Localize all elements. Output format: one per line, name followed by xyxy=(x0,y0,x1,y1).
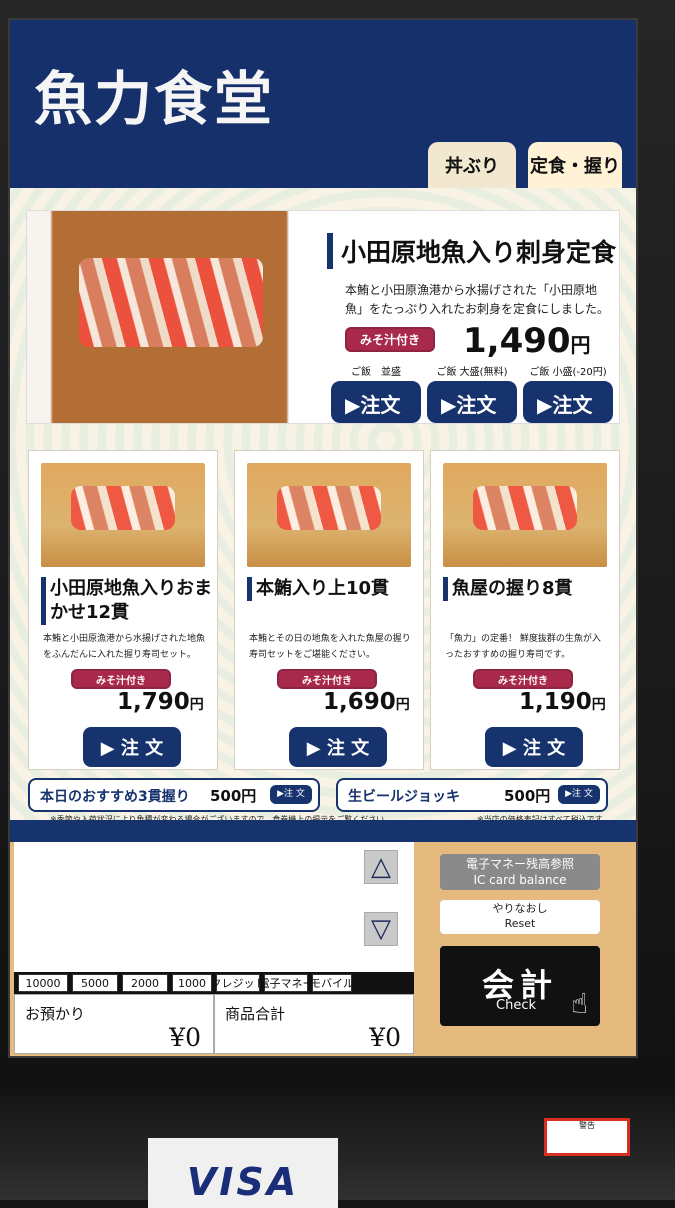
yen-label: 円 xyxy=(570,333,591,357)
reset-en-label: Reset xyxy=(504,917,536,930)
ic-card-balance-button[interactable]: 電子マネー残高参照 IC card balance xyxy=(440,854,600,890)
price-number: 1,190 xyxy=(519,689,592,715)
miso-badge: みそ汁付き xyxy=(473,669,573,689)
cash-5000-button[interactable]: 5000 xyxy=(72,974,118,992)
scroll-up-button[interactable]: △ xyxy=(364,850,398,884)
card-price: 1,190円 xyxy=(519,689,606,715)
mini-order-button[interactable]: ▶注 文 xyxy=(558,785,600,804)
deposit-box: お預かり ¥0 xyxy=(14,994,214,1054)
cash-2000-button[interactable]: 2000 xyxy=(122,974,168,992)
strip-price: 500円 xyxy=(504,787,551,805)
scroll-down-button[interactable]: ▽ xyxy=(364,912,398,946)
order-regular-rice-button[interactable]: ご飯 並盛 ▶注文 xyxy=(331,363,421,423)
sushi-card-12: 小田原地魚入りおまかせ12貫 本鮪と小田原漁港から水揚げされた地魚をふんだんに入… xyxy=(28,450,218,770)
subtotal-label: 商品合計 xyxy=(225,1005,286,1023)
card-title: 小田原地魚入りおまかせ12貫 xyxy=(41,577,219,625)
restaurant-header: 魚力食堂 丼ぶり 定食・握り xyxy=(10,20,636,188)
subtotal-value: ¥0 xyxy=(369,1023,401,1052)
order-button-label: ▶注文 xyxy=(441,393,497,417)
rice-large-label: ご飯 大盛(無料) xyxy=(427,363,517,378)
yen-label: 円 xyxy=(395,697,410,713)
order-button-label: ▶注文 xyxy=(537,393,593,417)
card-price: 1,690円 xyxy=(323,689,410,715)
balance-jp-label: 電子マネー残高参照 xyxy=(465,857,574,871)
rice-regular-label: ご飯 並盛 xyxy=(331,363,421,378)
rice-small-label: ご飯 小盛(-20円) xyxy=(523,363,613,378)
miso-badge: みそ汁付き xyxy=(277,669,377,689)
mobile-payment-button[interactable]: モバイル xyxy=(310,974,354,992)
order-button[interactable]: ▶ 注 文 xyxy=(485,727,583,767)
card-price: 1,790円 xyxy=(117,689,204,715)
sushi-photo xyxy=(41,463,205,567)
order-list-panel: △ ▽ xyxy=(14,842,414,972)
payment-panel: △ ▽ 10000 5000 2000 1000 クレジット 電子マネー モバイ… xyxy=(10,842,636,1056)
sushi-card-10: 本鮪入り上10貫 本鮪とその日の地魚を入れた魚屋の握り寿司セットをご堪能ください… xyxy=(234,450,424,770)
deposit-value: ¥0 xyxy=(169,1023,201,1052)
price-number: 1,490 xyxy=(463,321,571,361)
mini-order-button[interactable]: ▶注 文 xyxy=(270,785,312,804)
sashimi-photo xyxy=(27,211,315,423)
payment-method-row: 10000 5000 2000 1000 クレジット 電子マネー モバイル xyxy=(14,972,414,994)
price-number: 1,690 xyxy=(323,689,396,715)
warning-label: 警告 xyxy=(544,1118,630,1156)
tab-donburi[interactable]: 丼ぶり xyxy=(428,142,516,188)
hand-pointer-icon: ☝ xyxy=(570,987,588,1020)
featured-price: 1,490円 xyxy=(463,321,591,361)
up-arrow-icon: △ xyxy=(371,852,391,882)
reset-jp-label: やりなおし xyxy=(492,902,548,915)
card-title: 本鮪入り上10貫 xyxy=(247,577,425,601)
sushi-card-8: 魚屋の握り8貫 「魚力」の定番！ 鮮度抜群の生魚が入ったおすすめの握り寿司です。… xyxy=(430,450,620,770)
menu-area: 小田原地魚入り刺身定食 本鮪と小田原漁港から水揚げされた「小田原地魚」をたっぷり… xyxy=(10,188,636,824)
card-title: 魚屋の握り8貫 xyxy=(443,577,621,601)
balance-en-label: IC card balance xyxy=(473,873,567,887)
sushi-photo xyxy=(247,463,411,567)
sushi-photo xyxy=(443,463,607,567)
price-number: 1,790 xyxy=(117,689,190,715)
cash-1000-button[interactable]: 1000 xyxy=(172,974,212,992)
strip-title: 本日のおすすめ3貫握り xyxy=(40,789,190,805)
credit-button[interactable]: クレジット xyxy=(211,974,266,992)
cash-10000-button[interactable]: 10000 xyxy=(18,974,68,992)
checkout-en-label: Check xyxy=(496,998,536,1013)
featured-description: 本鮪と小田原漁港から水揚げされた「小田原地魚」をたっぷり入れたお刺身を定食にしま… xyxy=(345,283,610,316)
tab-set-meal-nigiri[interactable]: 定食・握り xyxy=(528,142,622,188)
kiosk-screen: 魚力食堂 丼ぶり 定食・握り 小田原地魚入り刺身定食 本鮪と小田原漁港から水揚げ… xyxy=(8,18,638,1058)
featured-menu-card: 小田原地魚入り刺身定食 本鮪と小田原漁港から水揚げされた「小田原地魚」をたっぷり… xyxy=(26,210,620,424)
card-description: 「魚力」の定番！ 鮮度抜群の生魚が入ったおすすめの握り寿司です。 xyxy=(445,634,601,660)
payment-terminal: 警告 VISA xyxy=(0,1080,675,1208)
miso-badge: みそ汁付き xyxy=(345,327,435,352)
card-description: 本鮪と小田原漁港から水揚げされた地魚をふんだんに入れた握り寿司セット。 xyxy=(43,634,206,660)
reset-button[interactable]: やりなおし Reset xyxy=(440,900,600,934)
electronic-money-button[interactable]: 電子マネー xyxy=(259,974,314,992)
deposit-label: お預かり xyxy=(25,1005,86,1023)
divider-bar xyxy=(10,820,636,842)
order-button-label: ▶注文 xyxy=(345,393,401,417)
order-button[interactable]: ▶ 注 文 xyxy=(289,727,387,767)
order-button[interactable]: ▶ 注 文 xyxy=(83,727,181,767)
miso-badge: みそ汁付き xyxy=(71,669,171,689)
order-large-rice-button[interactable]: ご飯 大盛(無料) ▶注文 xyxy=(427,363,517,423)
featured-title: 小田原地魚入り刺身定食 xyxy=(327,233,616,269)
yen-label: 円 xyxy=(591,697,606,713)
restaurant-logo: 魚力食堂 xyxy=(34,65,275,133)
visa-logo: VISA xyxy=(148,1138,338,1208)
yen-label: 円 xyxy=(189,697,204,713)
kiosk-frame: 魚力食堂 丼ぶり 定食・握り 小田原地魚入り刺身定食 本鮪と小田原漁港から水揚げ… xyxy=(0,0,675,1208)
strip-price: 500円 xyxy=(210,787,257,805)
recommended-3-nigiri-item[interactable]: 本日のおすすめ3貫握り 500円 ▶注 文 xyxy=(28,778,320,812)
checkout-button[interactable]: 会計 Check ☝ xyxy=(440,946,600,1026)
subtotal-box: 商品合計 ¥0 xyxy=(214,994,414,1054)
order-small-rice-button[interactable]: ご飯 小盛(-20円) ▶注文 xyxy=(523,363,613,423)
draft-beer-item[interactable]: 生ビールジョッキ 500円 ▶注 文 xyxy=(336,778,608,812)
card-description: 本鮪とその日の地魚を入れた魚屋の握り寿司セットをご堪能ください。 xyxy=(249,634,411,660)
down-arrow-icon: ▽ xyxy=(371,914,391,944)
strip-title: 生ビールジョッキ xyxy=(348,789,460,805)
